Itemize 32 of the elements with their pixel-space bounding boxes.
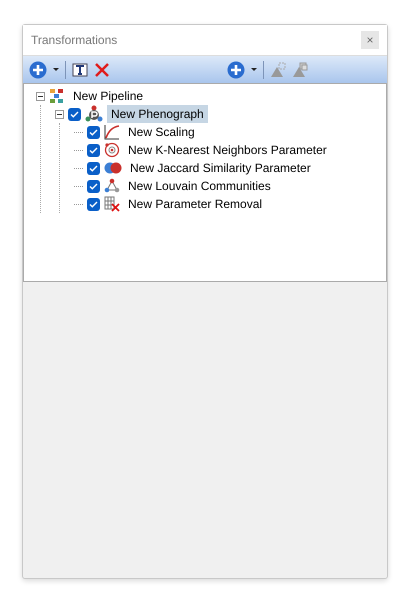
curve-icon	[104, 124, 120, 140]
checkbox[interactable]	[87, 126, 100, 138]
tree-item[interactable]: New Louvain Communities	[124, 177, 275, 195]
checkbox[interactable]	[87, 180, 100, 192]
delete-icon[interactable]	[94, 62, 110, 78]
checkbox[interactable]	[68, 108, 81, 120]
tree-item[interactable]: New Pipeline	[69, 87, 148, 105]
caret-icon	[53, 68, 59, 71]
graph-nodes-icon	[85, 105, 103, 123]
network-icon	[104, 178, 120, 194]
add-button[interactable]	[227, 60, 257, 78]
add-icon	[29, 60, 47, 78]
collapse-toggle[interactable]	[55, 110, 64, 118]
text-icon[interactable]	[72, 62, 88, 78]
tree-item[interactable]: New Phenograph	[107, 105, 208, 123]
add-button[interactable]	[29, 60, 59, 78]
checkbox[interactable]	[87, 144, 100, 156]
tree-item[interactable]: New Jaccard Similarity Parameter	[126, 159, 315, 177]
collapse-toggle[interactable]	[36, 92, 45, 100]
tree-item[interactable]: New Scaling	[124, 123, 199, 141]
overlap-circles-icon	[104, 162, 122, 174]
add-icon	[227, 60, 245, 78]
tree-item[interactable]: New Parameter Removal	[124, 195, 266, 213]
window-title: Transformations	[31, 32, 118, 49]
close-button[interactable]: ×	[361, 31, 379, 49]
table-delete-icon	[104, 196, 120, 212]
checkbox[interactable]	[87, 198, 100, 210]
tree-item[interactable]: New K-Nearest Neighbors Parameter	[124, 141, 331, 159]
checkbox[interactable]	[87, 162, 100, 174]
caret-icon	[251, 68, 257, 71]
target-icon	[104, 142, 120, 158]
flowchart-icon	[49, 88, 65, 104]
